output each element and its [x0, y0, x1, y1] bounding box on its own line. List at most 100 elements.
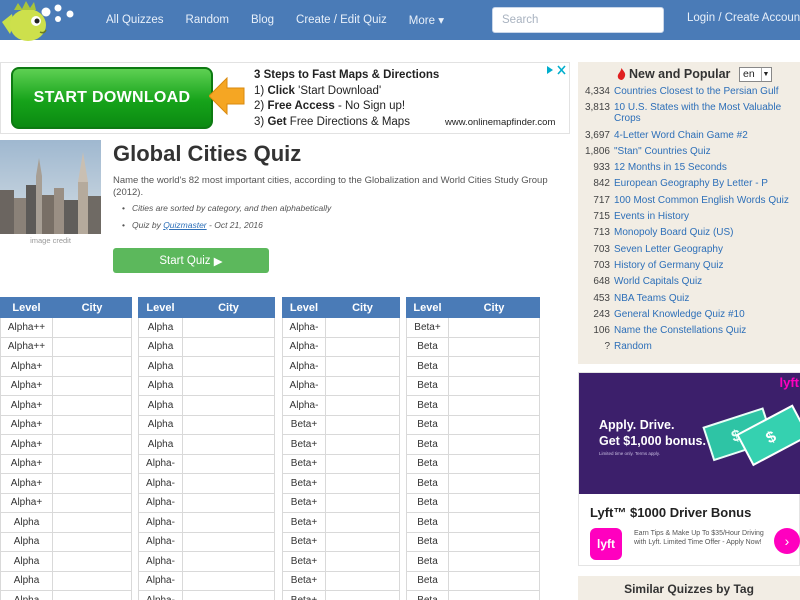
table-row: Beta	[406, 434, 540, 455]
play-count: 1,806	[584, 145, 610, 157]
quiz-link[interactable]: Monopoly Board Quiz (US)	[614, 227, 734, 238]
table-row: Beta	[406, 473, 540, 494]
list-item[interactable]: 933 12 Months in 15 Seconds	[580, 162, 800, 173]
table-row: Beta+	[282, 531, 400, 552]
list-item[interactable]: 106 Name the Constellations Quiz	[580, 325, 800, 336]
level-cell: Alpha	[0, 590, 53, 600]
quiz-link[interactable]: 4-Letter Word Chain Game #2	[614, 130, 748, 141]
table-row: Beta+	[406, 317, 540, 338]
nav-random[interactable]: Random	[186, 14, 229, 26]
table-row: Alpha-	[138, 570, 275, 591]
city-answer-cell	[448, 434, 540, 455]
level-cell: Alpha	[138, 356, 183, 377]
nav-all-quizzes[interactable]: All Quizzes	[106, 14, 164, 26]
table-row: Beta+	[282, 512, 400, 533]
list-item[interactable]: 713 Monopoly Board Quiz (US)	[580, 227, 800, 238]
quiz-link[interactable]: Seven Letter Geography	[614, 244, 723, 255]
language-select[interactable]: en ▼	[739, 67, 772, 82]
list-item[interactable]: 703 History of Germany Quiz	[580, 260, 800, 271]
quiz-link[interactable]: NBA Teams Quiz	[614, 293, 689, 304]
quiz-link[interactable]: European Geography By Letter - P	[614, 178, 768, 189]
list-item[interactable]: 4,334 Countries Closest to the Persian Gu…	[580, 86, 800, 97]
quiz-link[interactable]: History of Germany Quiz	[614, 260, 723, 271]
play-count: 3,813	[584, 102, 610, 114]
table-row: Alpha	[138, 317, 275, 338]
start-download-button[interactable]: START DOWNLOAD	[11, 67, 213, 129]
list-item[interactable]: 717 100 Most Common English Words Quiz	[580, 195, 800, 206]
level-cell: Alpha-	[282, 317, 326, 338]
table-row: Beta	[406, 453, 540, 474]
lyft-logo-text: lyft	[779, 375, 800, 390]
level-cell: Alpha++	[0, 317, 53, 338]
quiz-link[interactable]: General Knowledge Quiz #10	[614, 309, 745, 320]
list-item[interactable]: 243 General Knowledge Quiz #10	[580, 309, 800, 320]
lyft-ad-title[interactable]: Lyft™ $1000 Driver Bonus	[590, 505, 751, 520]
level-header: Level	[406, 297, 449, 318]
cities-table-4: Level City Beta+ Beta Beta Beta Beta Beta Beta B…	[406, 297, 540, 600]
city-answer-cell	[448, 317, 540, 338]
city-answer-cell	[52, 356, 132, 377]
quiz-sort-note: Cities are sorted by category, and then …	[122, 203, 331, 213]
lyft-ad-image: $ $ lyft Apply. Drive. Get $1,000 bonus.…	[579, 373, 800, 494]
level-cell: Alpha	[0, 512, 53, 533]
quiz-link[interactable]: 100 Most Common English Words Quiz	[614, 195, 789, 206]
table-row: Alpha++	[0, 336, 132, 357]
level-header: Level	[0, 297, 53, 318]
quiz-link[interactable]: Events in History	[614, 211, 689, 222]
ad-step-1: 1) Click 'Start Download'	[254, 84, 382, 97]
play-count: ?	[604, 341, 610, 353]
nav-blog[interactable]: Blog	[251, 14, 274, 26]
list-item[interactable]: 842 European Geography By Letter - P	[580, 178, 800, 189]
level-cell: Alpha	[138, 414, 183, 435]
level-cell: Beta+	[282, 473, 326, 494]
ad-banner[interactable]: START DOWNLOAD 3 Steps to Fast Maps & Di…	[0, 62, 570, 134]
quiz-author-link[interactable]: Quizmaster	[163, 220, 206, 230]
quiz-link[interactable]: Name the Constellations Quiz	[614, 325, 746, 336]
list-item[interactable]: 1,806 "Stan" Countries Quiz	[580, 146, 800, 157]
city-answer-cell	[448, 473, 540, 494]
lyft-ad[interactable]: $ $ lyft Apply. Drive. Get $1,000 bonus.…	[578, 372, 800, 566]
level-cell: Alpha-	[138, 570, 183, 591]
table-row: Alpha	[0, 531, 132, 552]
nav-create-edit-quiz[interactable]: Create / Edit Quiz	[296, 14, 387, 26]
search-input[interactable]	[492, 7, 664, 33]
quiz-author-line: Quiz by Quizmaster - Oct 21, 2016	[122, 220, 331, 230]
level-cell: Beta	[406, 453, 449, 474]
similar-quizzes-title: Similar Quizzes by Tag	[624, 582, 754, 596]
list-item[interactable]: 648 World Capitals Quiz	[580, 276, 800, 287]
level-cell: Beta	[406, 414, 449, 435]
city-answer-cell	[325, 356, 400, 377]
list-item[interactable]: 453 NBA Teams Quiz	[580, 293, 800, 304]
list-item[interactable]: 3,697 4-Letter Word Chain Game #2	[580, 130, 800, 141]
ad-choices-icon[interactable]	[545, 64, 567, 76]
image-credit[interactable]: image credit	[0, 236, 101, 245]
lyft-go-button[interactable]: ›	[774, 528, 800, 554]
city-answer-cell	[52, 375, 132, 396]
quiz-link[interactable]: 12 Months in 15 Seconds	[614, 162, 727, 173]
quiz-link[interactable]: Countries Closest to the Persian Gulf	[614, 86, 779, 97]
nav-more[interactable]: More ▾	[409, 13, 444, 27]
table-row: Alpha-	[138, 590, 275, 600]
cities-table-1: Level City Alpha++ Alpha++ Alpha+ Alpha+ Alph…	[0, 297, 132, 600]
list-item[interactable]: 3,813 10 U.S. States with the Most Valuab…	[580, 102, 800, 124]
quiz-link[interactable]: 10 U.S. States with the Most Valuable Cr…	[614, 102, 800, 124]
city-answer-cell	[325, 434, 400, 455]
city-answer-cell	[52, 492, 132, 513]
quiz-link[interactable]: Random	[614, 341, 652, 352]
login-create-account-link[interactable]: Login / Create Account	[687, 12, 800, 24]
ad-step-3: 3) Get Free Directions & Maps	[254, 115, 410, 128]
start-quiz-button[interactable]: Start Quiz ▶	[113, 248, 269, 273]
quiz-link[interactable]: World Capitals Quiz	[614, 276, 702, 287]
quiz-link[interactable]: "Stan" Countries Quiz	[614, 146, 711, 157]
city-answer-cell	[52, 414, 132, 435]
list-item[interactable]: ? Random	[580, 341, 800, 352]
city-answer-cell	[182, 414, 275, 435]
city-answer-cell	[448, 375, 540, 396]
list-item[interactable]: 715 Events in History	[580, 211, 800, 222]
city-answer-cell	[448, 395, 540, 416]
fish-logo-icon[interactable]	[0, 0, 88, 50]
level-cell: Alpha+	[0, 356, 53, 377]
table-row: Alpha+	[0, 453, 132, 474]
list-item[interactable]: 703 Seven Letter Geography	[580, 244, 800, 255]
play-count: 243	[593, 308, 610, 320]
